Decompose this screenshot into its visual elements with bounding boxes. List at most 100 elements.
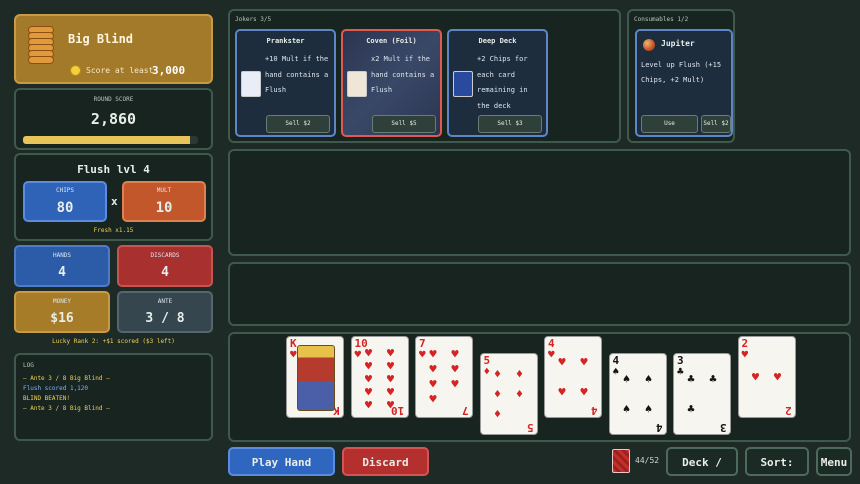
suit-pip-icon: ♠ bbox=[644, 371, 653, 386]
jokers-panel: Jokers 3/5 Prankster +10 Mult if the han… bbox=[228, 9, 621, 143]
hand-type-panel: Flush lvl 4 CHIPS 80 x MULT 10 Fresh x1.… bbox=[14, 153, 213, 241]
discards-label: DISCARDS bbox=[150, 252, 180, 259]
round-score-progress bbox=[23, 136, 198, 144]
times-sign: x bbox=[111, 195, 118, 208]
playing-card[interactable]: 3 ♣ 3 ♣ ♣ ♣ bbox=[673, 353, 731, 435]
card-rank: 5 ♦ bbox=[483, 354, 491, 378]
card-pips: ♥ ♥ bbox=[750, 347, 784, 407]
playing-card[interactable]: 10 ♥ 10 ♥ ♥ ♥ ♥ ♥ ♥ ♥ ♥ ♥ ♥ bbox=[350, 336, 409, 418]
playing-card[interactable]: 7 ♥ 7 ♥ ♥ ♥ ♥ ♥ ♥ ♥ bbox=[415, 336, 473, 418]
suit-pip-icon: ♥ bbox=[451, 377, 459, 391]
suit-pip-icon: ♥ bbox=[558, 384, 566, 399]
joker-name: Prankster bbox=[266, 37, 305, 45]
suit-pip-icon: ♣ bbox=[709, 371, 717, 386]
suit-pip-icon: ♥ bbox=[751, 369, 760, 384]
log-title: LOG bbox=[23, 362, 34, 369]
money-stat: MONEY $16 bbox=[14, 291, 110, 333]
score-at-least-label: Score at least bbox=[86, 66, 154, 75]
sell-joker-button[interactable]: Sell $2 bbox=[266, 115, 330, 133]
chip-stack-icon bbox=[28, 26, 54, 66]
consumable-desc: Level up Flush (+15 Chips, +2 Mult) bbox=[641, 61, 722, 84]
card-pips: ♥ ♥ ♥ ♥ ♥ ♥ ♥ bbox=[427, 347, 461, 407]
suit-pip-icon: ♣ bbox=[687, 401, 695, 416]
playing-card[interactable]: 4 ♠ 4 ♠ ♠ ♠ ♠ bbox=[608, 353, 667, 435]
suit-pip-icon: ♦ bbox=[515, 366, 524, 381]
suit-pip-icon: ♦ bbox=[493, 406, 502, 421]
hand-type-name: Flush lvl 4 bbox=[77, 163, 150, 176]
log-panel: LOG — Ante 3 / 8 Big Blind — Flush score… bbox=[14, 353, 213, 441]
consumable-card-jupiter[interactable]: Jupiter Level up Flush (+15 Chips, +2 Mu… bbox=[635, 29, 733, 137]
card-pips: ♦ ♦ ♦ ♦ ♦ bbox=[492, 364, 526, 424]
discard-button[interactable]: Discard bbox=[342, 447, 429, 476]
consumable-name: Jupiter bbox=[661, 39, 695, 48]
sell-joker-button[interactable]: Sell $3 bbox=[478, 115, 542, 133]
suit-pip-icon: ♥ bbox=[364, 398, 373, 412]
card-rank-inverted: 4 bbox=[591, 404, 598, 417]
planet-icon bbox=[643, 39, 655, 51]
suit-pip-icon: ♥ bbox=[429, 347, 437, 361]
card-rank: K ♥ bbox=[290, 337, 297, 361]
playing-card[interactable]: 4 ♥ 4 ♥ ♥ ♥ ♥ bbox=[544, 336, 602, 418]
consumables-panel: Consumables 1/2 Jupiter Level up Flush (… bbox=[627, 9, 735, 143]
round-score-panel: ROUND SCORE 2,860 bbox=[14, 88, 213, 150]
mult-label: MULT bbox=[156, 187, 172, 194]
chips-value: 80 bbox=[56, 200, 74, 216]
joker-desc: +2 Chips for each card remaining in the … bbox=[477, 55, 528, 110]
card-pips: ♥ ♥ ♥ ♥ bbox=[556, 347, 590, 407]
deck-count: 44/52 bbox=[635, 456, 660, 465]
hands-value: 4 bbox=[58, 265, 66, 280]
ante-stat: ANTE 3 / 8 bbox=[117, 291, 213, 333]
suit-pip-icon: ♥ bbox=[451, 362, 459, 376]
sort-rank-button[interactable]: Sort: Rank bbox=[745, 447, 809, 484]
play-hand-button[interactable]: Play Hand bbox=[228, 447, 335, 476]
round-score-label: ROUND SCORE bbox=[93, 96, 134, 103]
joker-card-deep-deck[interactable]: Deep Deck +2 Chips for each card remaini… bbox=[447, 29, 548, 137]
suit-pip-icon: ♠ bbox=[644, 401, 653, 416]
money-value: $16 bbox=[50, 311, 74, 326]
blind-title: Big Blind bbox=[68, 32, 134, 46]
king-face-art bbox=[297, 345, 335, 411]
play-area bbox=[228, 149, 851, 256]
mult-value: 10 bbox=[155, 200, 173, 216]
ante-value: 3 / 8 bbox=[145, 311, 185, 326]
deck-icon[interactable] bbox=[612, 449, 630, 473]
discards-stat: DISCARDS 4 bbox=[117, 245, 213, 287]
hand-bonus: Fresh x1.15 bbox=[93, 227, 134, 234]
card-rank: 4 ♠ bbox=[612, 354, 620, 378]
deck-info-button[interactable]: Deck / Info bbox=[666, 447, 738, 484]
joker-art-icon bbox=[241, 71, 261, 97]
card-pips: ♣ ♣ ♣ bbox=[685, 364, 719, 424]
suit-pip-icon: ♥ bbox=[386, 398, 395, 412]
log-line: — Ante 3 / 8 Big Blind — bbox=[23, 375, 110, 382]
log-line: — Ante 3 / 8 Big Blind — bbox=[23, 405, 110, 412]
card-rank-inverted: 4 bbox=[655, 421, 663, 434]
playing-card[interactable]: K ♥ K bbox=[286, 336, 344, 418]
suit-pip-icon: ♣ bbox=[687, 371, 695, 386]
card-rank-inverted: 5 bbox=[526, 421, 534, 434]
use-consumable-button[interactable]: Use bbox=[641, 115, 698, 133]
joker-card-coven[interactable]: Coven (Foil) x2 Mult if the hand contain… bbox=[341, 29, 442, 137]
played-hand-area bbox=[228, 262, 851, 326]
sell-consumable-button[interactable]: Sell $2 bbox=[701, 115, 731, 133]
card-pips: ♠ ♠ ♠ ♠ bbox=[621, 364, 655, 424]
card-rank-inverted: 7 bbox=[462, 404, 469, 417]
suit-pip-icon: ♥ bbox=[429, 377, 437, 391]
lucky-rank-note: Lucky Rank 2: +$1 scored ($3 left) bbox=[52, 338, 175, 345]
menu-button[interactable]: Menu bbox=[816, 447, 852, 476]
playing-card[interactable]: 5 ♦ 5 ♦ ♦ ♦ ♦ ♦ bbox=[479, 353, 538, 435]
blind-target: 3,000 bbox=[152, 64, 186, 77]
joker-name: Coven (Foil) bbox=[366, 37, 417, 45]
hands-stat: HANDS 4 bbox=[14, 245, 110, 287]
joker-art-icon bbox=[453, 71, 473, 97]
round-score-progress-fill bbox=[23, 136, 190, 144]
hands-label: HANDS bbox=[52, 252, 72, 259]
round-score-value: 2,860 bbox=[90, 110, 137, 128]
suit-pip-icon: ♥ bbox=[429, 392, 437, 406]
sell-joker-button[interactable]: Sell $5 bbox=[372, 115, 436, 133]
jokers-title: Jokers 3/5 bbox=[235, 16, 272, 23]
suit-pip-icon: ♥ bbox=[773, 369, 782, 384]
joker-card-prankster[interactable]: Prankster +10 Mult if the hand contains … bbox=[235, 29, 336, 137]
log-line: Flush scored 1,120 bbox=[23, 385, 89, 392]
playing-card[interactable]: 2 ♥ 2 ♥ ♥ bbox=[737, 336, 796, 418]
card-rank-inverted: 2 bbox=[784, 404, 792, 417]
